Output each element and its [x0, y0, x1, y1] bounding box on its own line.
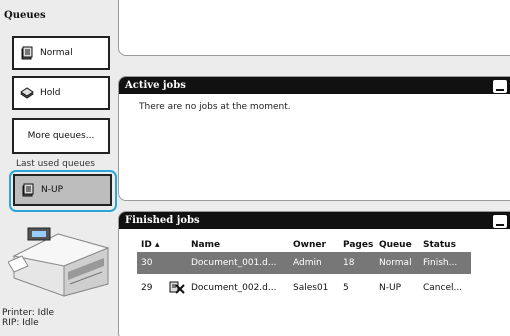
job-id: 29: [141, 283, 153, 293]
column-id-header[interactable]: ID ▴: [137, 238, 165, 252]
queues-title: Queues: [4, 10, 46, 21]
queue-nup-label: N-UP: [41, 185, 63, 195]
more-queues-label: More queues...: [27, 131, 95, 141]
active-jobs-title: Active jobs: [125, 80, 186, 91]
finished-jobs-header: Finished jobs: [119, 212, 510, 229]
column-owner-header[interactable]: Owner: [289, 238, 339, 252]
job-icon-cell: [165, 252, 187, 274]
column-status-header[interactable]: Status: [419, 238, 471, 252]
table-header-row: ID ▴ Name Owner Pages Queue Status: [137, 238, 471, 252]
job-status: Finish...: [419, 252, 471, 274]
column-pages-header[interactable]: Pages: [339, 238, 375, 252]
active-jobs-header: Active jobs: [119, 77, 510, 94]
job-queue: N-UP: [379, 283, 401, 293]
queue-normal-label: Normal: [40, 48, 73, 58]
column-queue-header[interactable]: Queue: [375, 238, 419, 252]
collapse-icon[interactable]: [493, 215, 507, 228]
job-status: Cancel...: [423, 283, 463, 293]
queue-normal-button[interactable]: Normal: [12, 36, 110, 70]
job-queue: Normal: [375, 252, 419, 274]
empty-jobs-message: There are no jobs at the moment.: [139, 102, 291, 112]
column-icon-header: [165, 238, 187, 252]
job-pages: 5: [343, 283, 349, 293]
finished-jobs-table: ID ▴ Name Owner Pages Queue Status 30 Do…: [137, 238, 471, 299]
cancelled-job-icon: [169, 281, 185, 294]
job-id: 30: [137, 252, 165, 274]
stack-icon: [21, 46, 33, 60]
job-owner: Sales01: [293, 283, 329, 293]
queue-hold-label: Hold: [40, 88, 61, 98]
job-name: Document_002.d...: [191, 283, 277, 293]
job-icon-cell: [165, 277, 187, 299]
rip-status-text: RIP: Idle: [2, 318, 39, 328]
queue-hold-button[interactable]: Hold: [12, 76, 110, 110]
job-pages: 18: [339, 252, 375, 274]
finished-jobs-title: Finished jobs: [125, 215, 200, 226]
column-name-header[interactable]: Name: [187, 238, 289, 252]
table-row[interactable]: 29 Document_002.d... Sales01 5 N-UP Canc…: [137, 277, 471, 299]
job-owner: Admin: [289, 252, 339, 274]
finished-jobs-panel: Finished jobs ID ▴ Name Owner Pages Queu…: [118, 211, 510, 336]
last-used-queues-label: Last used queues: [16, 159, 95, 169]
stack-icon: [22, 183, 34, 197]
printer-illustration: [8, 227, 110, 297]
device-status: Printer: Idle RIP: Idle: [2, 308, 54, 328]
table-row[interactable]: 30 Document_001.d... Admin 18 Normal Fin…: [137, 252, 471, 274]
hold-stack-icon: [20, 87, 34, 99]
top-panel: [118, 0, 510, 56]
collapse-icon[interactable]: [493, 80, 507, 93]
more-queues-button[interactable]: More queues...: [12, 118, 110, 154]
queue-nup-button[interactable]: N-UP: [13, 174, 112, 206]
printer-status-text: Printer: Idle: [2, 308, 55, 318]
job-name: Document_001.d...: [187, 252, 289, 274]
active-jobs-panel: Active jobs There are no jobs at the mom…: [118, 76, 510, 201]
